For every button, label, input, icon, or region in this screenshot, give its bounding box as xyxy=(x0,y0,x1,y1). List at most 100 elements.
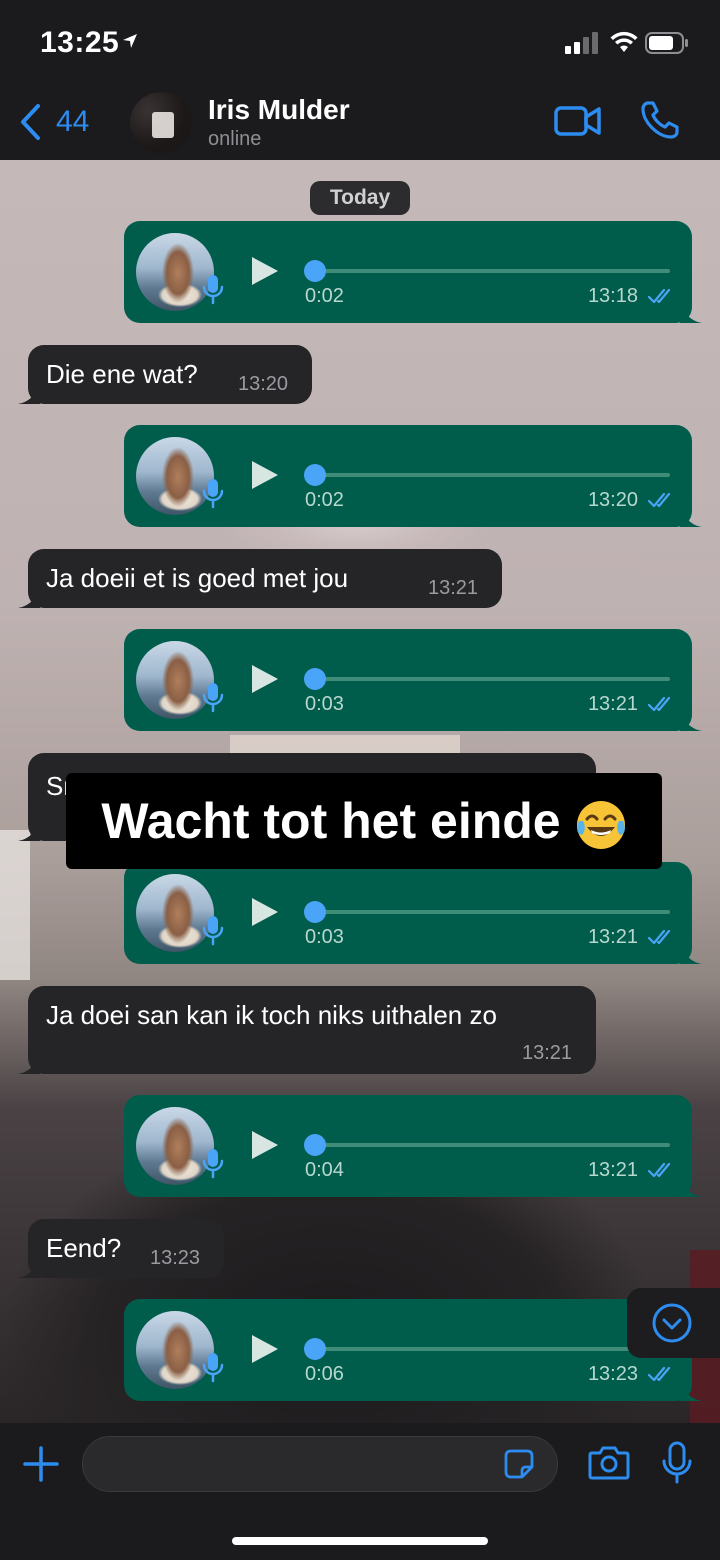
voice-message[interactable]: 0:02 13:18 xyxy=(124,221,702,323)
status-bar: 13:25 xyxy=(0,0,720,88)
play-icon[interactable] xyxy=(250,1333,280,1365)
message-time: 13:23 xyxy=(587,1363,638,1385)
message-field[interactable] xyxy=(82,1436,558,1492)
battery-icon xyxy=(645,32,688,54)
message-time: 13:21 xyxy=(428,577,479,599)
incoming-message[interactable]: Ja doeii et is goed met jou 13:21 xyxy=(18,549,502,608)
play-icon[interactable] xyxy=(250,1129,280,1161)
read-receipt-icon xyxy=(648,288,671,304)
message-time: 13:18 xyxy=(587,285,638,307)
voice-duration: 0:03 xyxy=(305,926,344,948)
incoming-message[interactable]: Eend? 13:23 xyxy=(18,1219,224,1278)
audio-progress-track[interactable] xyxy=(314,1143,670,1147)
audio-progress-track[interactable] xyxy=(314,677,670,681)
voice-duration: 0:02 xyxy=(305,285,344,307)
bubble-tail xyxy=(680,505,702,527)
message-input[interactable] xyxy=(103,1445,497,1483)
microphone-icon xyxy=(202,1353,224,1383)
read-receipt-icon xyxy=(648,1366,671,1382)
message-text: Eend? xyxy=(46,1233,122,1263)
message-text: Die ene wat? xyxy=(46,359,198,389)
bubble-tail xyxy=(18,1256,40,1278)
microphone-icon xyxy=(202,683,224,713)
bubble-tail xyxy=(680,1175,702,1197)
play-icon[interactable] xyxy=(250,255,280,287)
bubble-tail xyxy=(18,819,40,841)
audio-progress-track[interactable] xyxy=(314,1347,670,1351)
play-icon[interactable] xyxy=(250,896,280,928)
video-call-icon[interactable] xyxy=(554,104,602,138)
voice-message[interactable]: 0:04 13:21 xyxy=(124,1095,702,1197)
microphone-icon xyxy=(202,275,224,305)
voice-message[interactable]: 0:06 13:23 xyxy=(124,1299,702,1401)
chevron-left-icon xyxy=(21,104,40,140)
audio-scrubber[interactable] xyxy=(304,668,326,690)
microphone-icon xyxy=(202,916,224,946)
chevron-down-circle-icon xyxy=(652,1303,692,1343)
bubble-tail xyxy=(680,942,702,964)
message-time: 13:21 xyxy=(522,1042,573,1064)
microphone-icon xyxy=(202,1149,224,1179)
contact-avatar[interactable] xyxy=(130,92,192,154)
message-time: 13:21 xyxy=(587,1159,638,1181)
audio-progress-track[interactable] xyxy=(314,269,670,273)
overlay-caption: Wacht tot het einde xyxy=(66,773,662,869)
read-receipt-icon xyxy=(648,1162,671,1178)
incoming-message[interactable]: Ja doei san kan ik toch niks uithalen zo… xyxy=(18,986,596,1074)
voice-duration: 0:06 xyxy=(305,1363,344,1385)
face-with-tears-of-joy-icon xyxy=(576,800,625,849)
cellular-signal-icon xyxy=(565,32,598,54)
voice-message[interactable]: 0:02 13:20 xyxy=(124,425,702,527)
home-indicator[interactable] xyxy=(232,1537,488,1545)
voice-duration: 0:04 xyxy=(305,1159,344,1181)
microphone-icon xyxy=(202,479,224,509)
audio-scrubber[interactable] xyxy=(304,260,326,282)
voice-duration: 0:02 xyxy=(305,489,344,511)
date-divider: Today xyxy=(310,181,410,215)
read-receipt-icon xyxy=(648,492,671,508)
sticker-icon[interactable] xyxy=(503,1448,535,1480)
message-time: 13:20 xyxy=(587,489,638,511)
wifi-icon xyxy=(610,31,638,52)
back-button[interactable]: 44 xyxy=(18,102,89,142)
contact-name[interactable]: Iris Mulder xyxy=(208,94,350,126)
audio-scrubber[interactable] xyxy=(304,464,326,486)
scroll-to-bottom-button[interactable] xyxy=(627,1288,720,1358)
wallpaper-detail xyxy=(0,830,30,980)
audio-scrubber[interactable] xyxy=(304,901,326,923)
plus-icon[interactable] xyxy=(22,1445,60,1483)
voice-duration: 0:03 xyxy=(305,693,344,715)
message-time: 13:21 xyxy=(587,926,638,948)
play-icon[interactable] xyxy=(250,459,280,491)
audio-scrubber[interactable] xyxy=(304,1338,326,1360)
message-time: 13:23 xyxy=(150,1247,201,1269)
contact-status: online xyxy=(208,128,262,150)
unread-count: 44 xyxy=(56,105,90,138)
audio-scrubber[interactable] xyxy=(304,1134,326,1156)
phone-call-icon[interactable] xyxy=(640,100,680,140)
camera-icon[interactable] xyxy=(588,1444,630,1480)
message-text: Ja doeii et is goed met jou xyxy=(46,563,349,593)
bubble-tail xyxy=(18,586,40,608)
location-arrow-icon xyxy=(123,34,137,48)
bubble-tail xyxy=(680,1379,702,1401)
message-text: Ja doei san kan ik toch niks uithalen zo xyxy=(46,1000,497,1030)
audio-progress-track[interactable] xyxy=(314,473,670,477)
voice-message[interactable]: 0:03 13:21 xyxy=(124,862,702,964)
message-time: 13:21 xyxy=(587,693,638,715)
audio-progress-track[interactable] xyxy=(314,910,670,914)
read-receipt-icon xyxy=(648,696,671,712)
caption-text: Wacht tot het einde xyxy=(101,793,561,849)
status-time: 13:25 xyxy=(40,26,120,59)
voice-message[interactable]: 0:03 13:21 xyxy=(124,629,702,731)
incoming-message[interactable]: Die ene wat? 13:20 xyxy=(18,345,312,404)
microphone-icon[interactable] xyxy=(660,1441,694,1485)
bubble-tail xyxy=(18,382,40,404)
bubble-tail xyxy=(18,1052,40,1074)
chat-header: 44 Iris Mulder online xyxy=(0,88,720,160)
play-icon[interactable] xyxy=(250,663,280,695)
bubble-tail xyxy=(680,709,702,731)
message-time: 13:20 xyxy=(238,373,289,395)
read-receipt-icon xyxy=(648,929,671,945)
bubble-tail xyxy=(680,301,702,323)
